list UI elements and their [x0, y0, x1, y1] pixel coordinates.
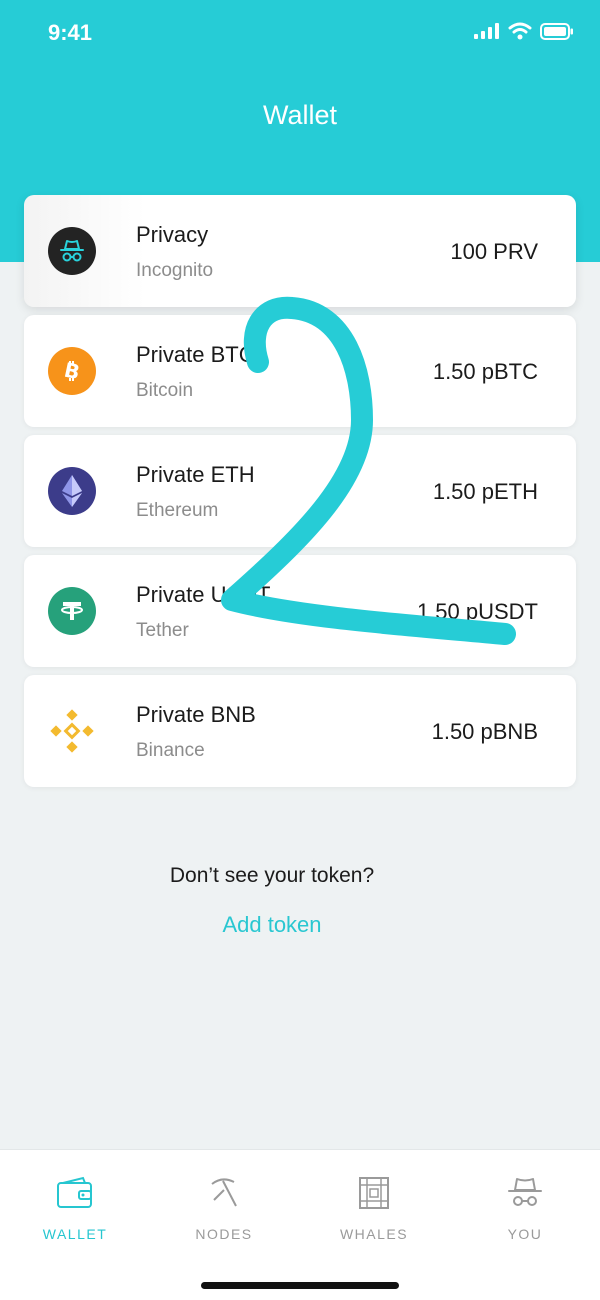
status-time: 9:41 — [48, 20, 93, 45]
status-icons — [474, 22, 574, 40]
wallet-icon — [57, 1176, 92, 1208]
token-row-btc[interactable]: B Private BTC Bitcoin 1.50 pBTC — [24, 315, 576, 427]
home-indicator — [201, 1282, 399, 1289]
token-row-bnb[interactable]: Private BNB Binance 1.50 pBNB — [24, 675, 576, 787]
token-name: Private ETH — [136, 462, 255, 487]
token-name: Private BTC — [136, 342, 255, 367]
bitcoin-icon: B — [48, 347, 96, 395]
tab-nodes[interactable]: NODES — [164, 1176, 284, 1242]
tab-label: WALLET — [42, 1226, 108, 1242]
tab-label: WHALES — [339, 1226, 409, 1242]
pickaxe-icon — [211, 1178, 237, 1207]
token-network: Incognito — [136, 260, 214, 281]
token-amount: 1.50 pBTC — [432, 359, 538, 384]
signal-icon — [474, 23, 499, 39]
token-name: Privacy — [136, 222, 209, 247]
binance-icon — [48, 707, 96, 755]
token-network: Bitcoin — [136, 380, 194, 401]
tab-label: YOU — [507, 1226, 543, 1242]
tether-icon — [48, 587, 96, 635]
token-network: Ethereum — [136, 500, 219, 521]
token-amount: 1.50 pBNB — [431, 719, 538, 744]
token-amount: 1.50 pUSDT — [416, 599, 538, 624]
tab-you[interactable]: YOU — [465, 1176, 585, 1242]
incognito-icon — [48, 227, 96, 275]
add-token-link[interactable]: Add token — [0, 912, 544, 938]
tab-wallet[interactable]: WALLET — [15, 1176, 135, 1242]
token-name: Private USDT — [136, 582, 271, 607]
tab-whales[interactable]: WHALES — [314, 1176, 434, 1242]
tab-label: NODES — [195, 1226, 253, 1242]
token-amount: 1.50 pETH — [432, 479, 538, 504]
token-amount: 100 PRV — [450, 239, 538, 264]
battery-icon — [540, 22, 573, 40]
token-row-prv[interactable]: Privacy Incognito 100 PRV — [24, 195, 576, 307]
wifi-icon — [508, 22, 532, 40]
token-row-usdt[interactable]: Private USDT Tether 1.50 pUSDT — [24, 555, 576, 667]
tab-bar: WALLET NODES WHALES YOU — [0, 1149, 600, 1300]
token-row-eth[interactable]: Private ETH Ethereum 1.50 pETH — [24, 435, 576, 547]
building-icon — [359, 1177, 389, 1209]
token-name: Private BNB — [136, 702, 256, 727]
page-title: Wallet — [262, 100, 337, 130]
missing-token-question: Don’t see your token? — [169, 864, 375, 887]
token-network: Tether — [136, 620, 189, 641]
ethereum-icon — [48, 467, 96, 515]
incognito-hat-icon — [508, 1178, 542, 1206]
token-network: Binance — [136, 740, 205, 761]
